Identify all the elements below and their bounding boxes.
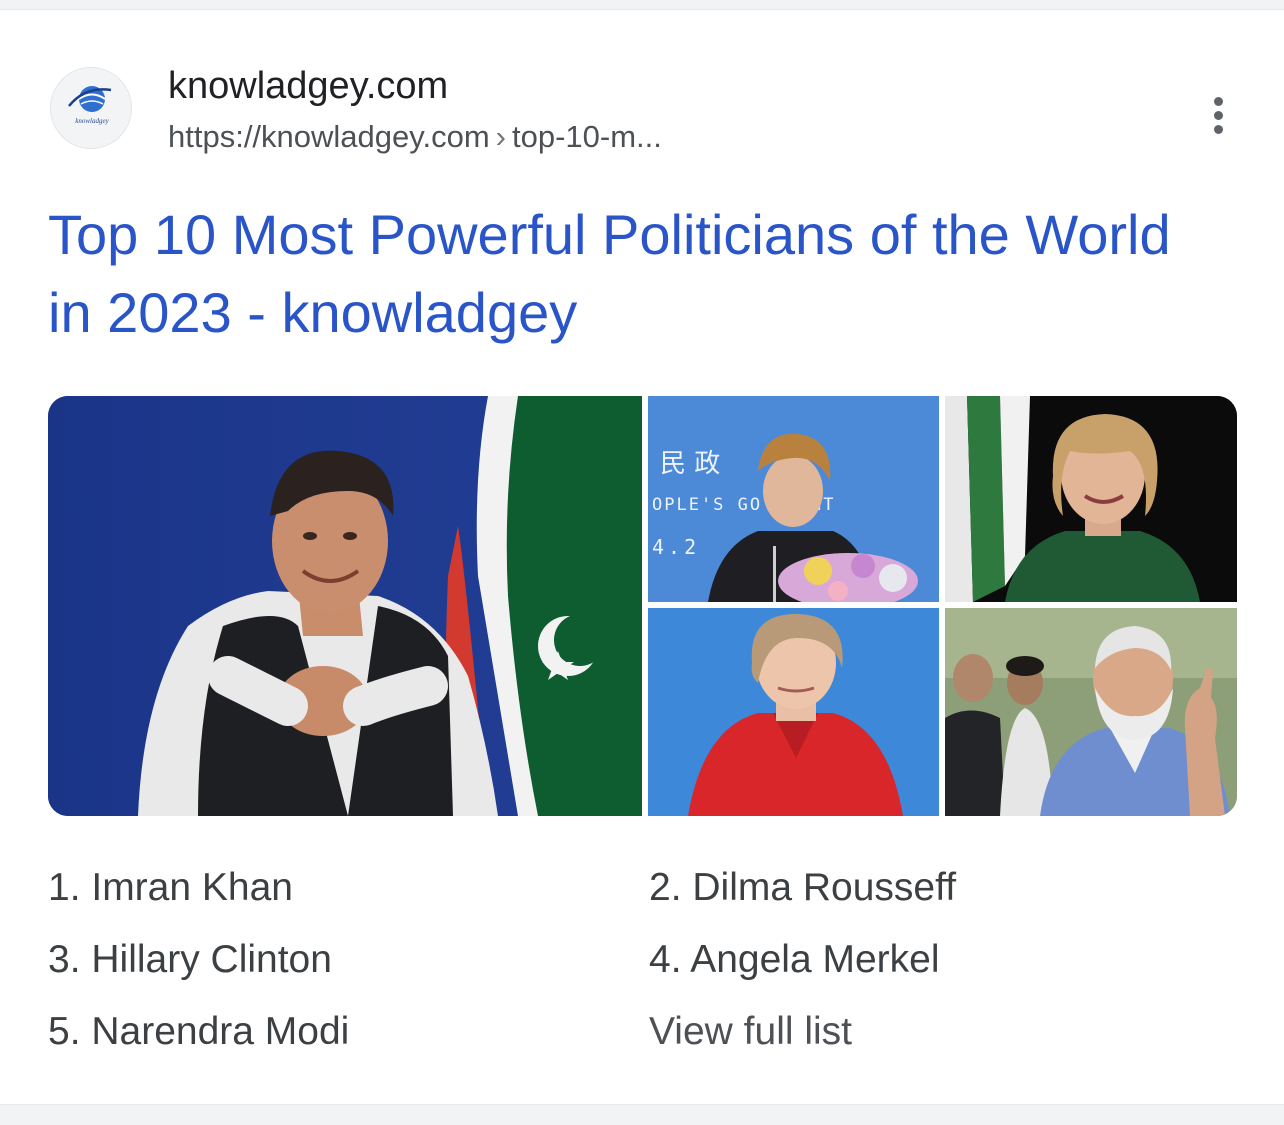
more-vert-icon xyxy=(1213,96,1223,106)
image-dilma-rousseff[interactable]: 民 政 OPLE'S GO NMENT 4.2 xyxy=(648,396,939,602)
result-title-link[interactable]: Top 10 Most Powerful Politicians of the … xyxy=(48,196,1228,352)
view-full-list-link[interactable]: View full list xyxy=(649,1004,852,1060)
list-item[interactable]: 4. Angela Merkel xyxy=(649,932,940,988)
list-item[interactable]: 5. Narendra Modi xyxy=(48,1004,349,1060)
image-narendra-modi[interactable] xyxy=(945,608,1237,816)
favicon-wordmark: knowladgey xyxy=(75,117,109,125)
url-separator: › xyxy=(495,119,506,154)
site-url[interactable]: https://knowladgey.com › top-10-m... xyxy=(168,116,662,158)
url-base: https://knowladgey.com xyxy=(168,119,490,154)
list-item[interactable]: 3. Hillary Clinton xyxy=(48,932,332,988)
image-angela-merkel[interactable] xyxy=(648,608,939,816)
image-hillary-clinton[interactable] xyxy=(945,396,1237,602)
image-imran-khan[interactable] xyxy=(48,396,642,816)
more-options-button[interactable] xyxy=(1196,90,1240,140)
sign-text-1: 民 政 xyxy=(660,449,720,479)
sign-text-3: 4.2 xyxy=(652,535,700,559)
site-favicon[interactable]: knowladgey xyxy=(50,67,132,149)
image-gallery: 民 政 OPLE'S GO NMENT 4.2 xyxy=(48,396,1237,816)
bottom-divider xyxy=(0,1104,1284,1125)
globe-icon: knowladgey xyxy=(68,86,112,125)
list-item[interactable]: 1. Imran Khan xyxy=(48,860,293,916)
top-divider xyxy=(0,0,1284,10)
site-name[interactable]: knowladgey.com xyxy=(168,62,448,110)
url-path: top-10-m... xyxy=(511,119,662,154)
list-item[interactable]: 2. Dilma Rousseff xyxy=(649,860,956,916)
